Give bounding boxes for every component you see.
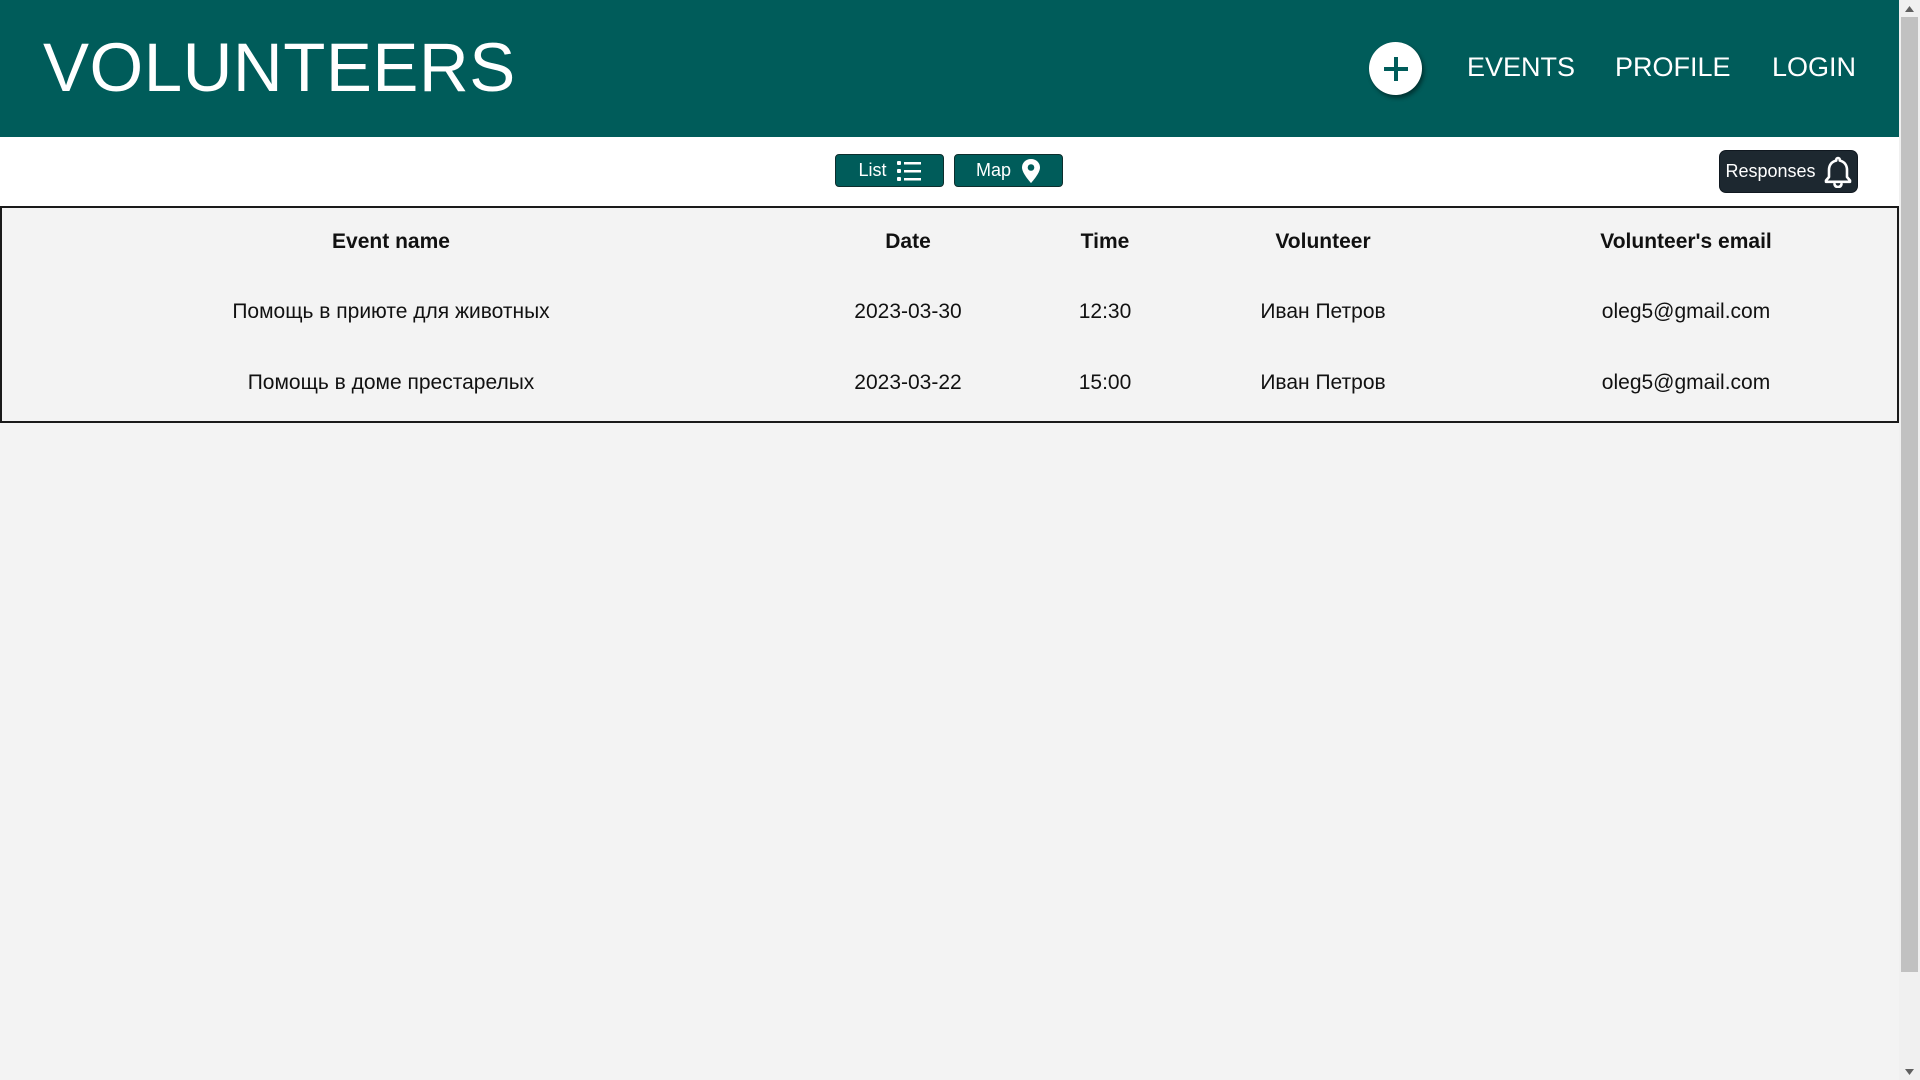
list-button-label: List: [858, 160, 887, 180]
column-header-event-name: Event name: [332, 230, 450, 253]
row-2-date: 2023-03-22: [854, 371, 962, 394]
responses-table: Event name Date Time Volunteer Volunteer…: [0, 206, 1899, 423]
map-pin-icon: [1022, 158, 1040, 183]
nav-events-link[interactable]: EVENTS: [1467, 50, 1575, 84]
add-event-button[interactable]: [1369, 42, 1422, 95]
nav-profile-link[interactable]: PROFILE: [1615, 50, 1731, 84]
row-2-time: 15:00: [1078, 371, 1132, 394]
column-header-date: Date: [885, 230, 931, 253]
scroll-up-arrow-icon[interactable]: [1899, 0, 1920, 17]
column-header-volunteer-email: Volunteer's email: [1600, 230, 1772, 253]
column-header-volunteer: Volunteer: [1275, 230, 1371, 253]
vertical-scrollbar[interactable]: [1899, 0, 1920, 1080]
row-2-event-name: Помощь в доме престарелых: [247, 371, 535, 394]
row-1-volunteer: Иван Петров: [1260, 300, 1386, 323]
list-view-button[interactable]: List: [835, 154, 944, 187]
map-button-label: Map: [975, 160, 1011, 180]
scrollbar-thumb[interactable]: [1901, 17, 1918, 972]
plus-icon: [1383, 56, 1408, 81]
top-navbar: VOLUNTEERS EVENTS PROFILE LOGIN: [0, 0, 1899, 137]
row-1-volunteer-email: oleg5@gmail.com: [1601, 300, 1771, 323]
list-icon: [896, 160, 921, 181]
brand-title[interactable]: VOLUNTEERS: [43, 28, 516, 108]
row-2-volunteer: Иван Петров: [1260, 371, 1386, 394]
row-2-volunteer-email: oleg5@gmail.com: [1601, 371, 1771, 394]
responses-button[interactable]: Responses: [1720, 151, 1857, 192]
responses-button-label: Responses: [1725, 161, 1816, 181]
row-1-time: 12:30: [1078, 300, 1132, 323]
bell-icon: [1824, 156, 1851, 188]
page: VOLUNTEERS EVENTS PROFILE LOGIN List Map: [0, 0, 1899, 1080]
scroll-down-arrow-icon[interactable]: [1899, 1063, 1920, 1080]
column-header-time: Time: [1080, 230, 1130, 253]
row-1-event-name: Помощь в приюте для животных: [232, 300, 550, 323]
view-toolbar: List Map Responses: [0, 137, 1899, 207]
map-view-button[interactable]: Map: [954, 154, 1063, 187]
row-1-date: 2023-03-30: [854, 300, 962, 323]
nav-login-link[interactable]: LOGIN: [1772, 50, 1856, 84]
